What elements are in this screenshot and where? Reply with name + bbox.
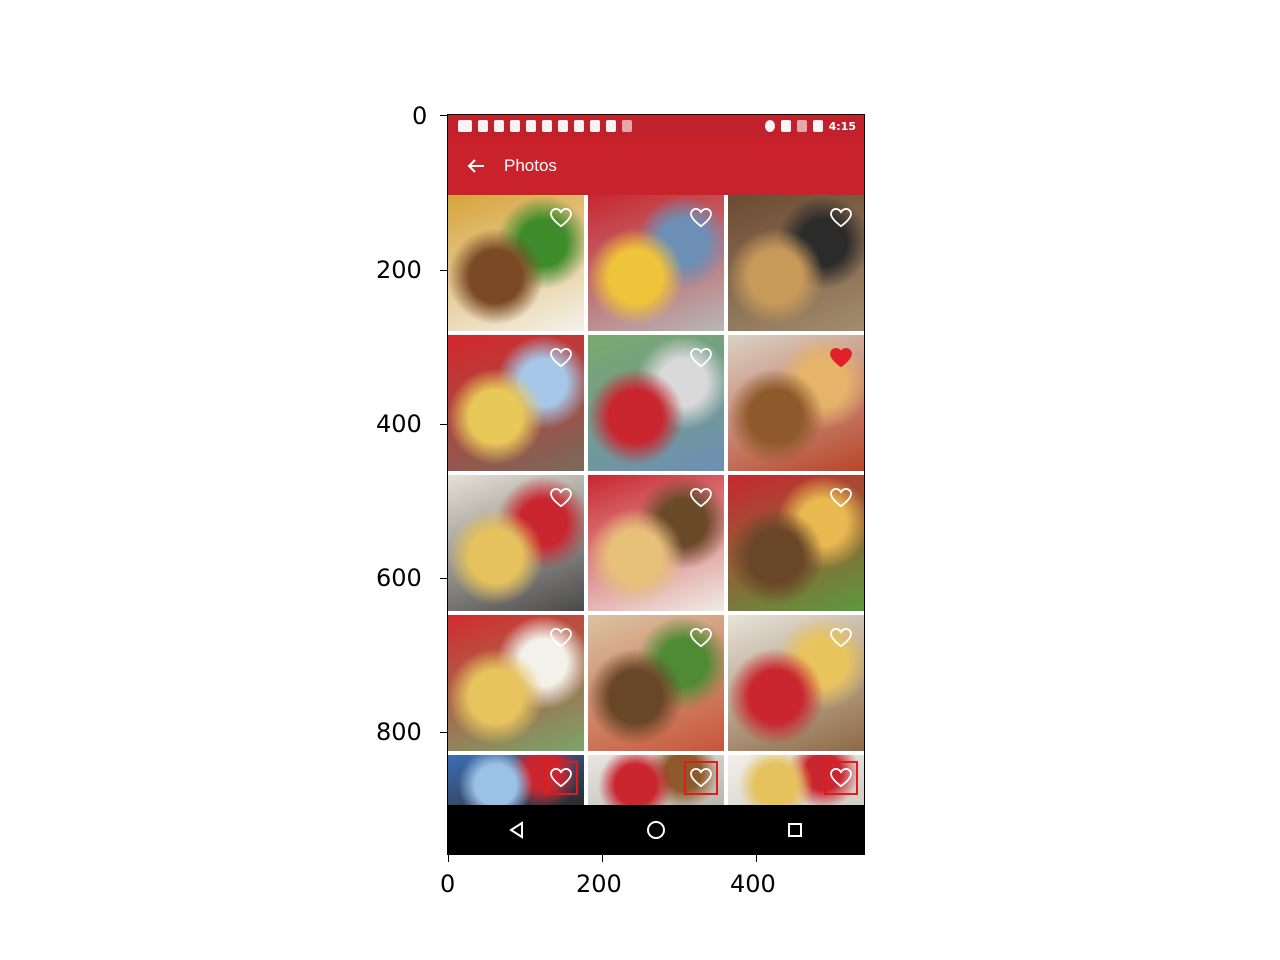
y-tick-800 — [440, 732, 448, 733]
heart-outline-icon[interactable] — [824, 761, 858, 795]
x-tick-200 — [602, 854, 603, 862]
heart-outline-icon[interactable] — [688, 625, 714, 651]
nfc-icon — [622, 120, 632, 132]
photo-tile[interactable] — [728, 195, 864, 331]
arrow-left-icon — [467, 159, 484, 173]
wifi-icon — [780, 120, 791, 132]
mail-icon — [510, 120, 520, 132]
heart-outline-icon[interactable] — [688, 345, 714, 371]
clock: 4:15 — [828, 119, 856, 133]
photo-tile[interactable] — [448, 335, 584, 471]
photo-tile[interactable] — [448, 195, 584, 331]
heart-outline-icon[interactable] — [688, 205, 714, 231]
no-signal-icon — [796, 120, 807, 132]
square-recents-icon — [787, 822, 802, 837]
photo-tile[interactable] — [728, 335, 864, 471]
photo-tile[interactable] — [588, 335, 724, 471]
circle-home-icon — [646, 820, 665, 839]
y-tick-label-200: 200 — [376, 256, 422, 284]
y-tick-label-800: 800 — [376, 718, 422, 746]
battery-icon — [812, 120, 823, 132]
x-tick-0 — [448, 854, 449, 862]
y-tick-label-0: 0 — [412, 102, 428, 130]
photo-tile[interactable] — [448, 475, 584, 611]
photo-tile[interactable] — [588, 195, 724, 331]
heart-outline-icon[interactable] — [548, 205, 574, 231]
heart-outline-icon[interactable] — [544, 761, 578, 795]
nav-back-button[interactable] — [487, 805, 547, 854]
photo-tile[interactable] — [588, 615, 724, 751]
phone-screen: 4:15 Photos — [447, 114, 865, 855]
nav-home-button[interactable] — [626, 805, 686, 854]
heart-outline-icon[interactable] — [828, 485, 854, 511]
x-tick-label-200: 200 — [576, 870, 622, 898]
x-tick-400 — [756, 854, 757, 862]
y-tick-label-600: 600 — [376, 564, 422, 592]
y-tick-600 — [440, 578, 448, 579]
heart-outline-icon[interactable] — [548, 625, 574, 651]
y-tick-label-400: 400 — [376, 410, 422, 438]
cat-icon — [590, 120, 600, 132]
heart-outline-icon[interactable] — [548, 345, 574, 371]
app-toolbar: Photos — [448, 137, 864, 195]
facebook-icon — [478, 120, 488, 132]
b-icon — [526, 120, 536, 132]
y-tick-200 — [440, 270, 448, 271]
photo-tile[interactable] — [588, 475, 724, 611]
dropbox-icon — [574, 120, 584, 132]
photo-tile[interactable] — [728, 475, 864, 611]
heart-outline-icon[interactable] — [548, 485, 574, 511]
message-icon — [458, 120, 472, 132]
page-title: Photos — [504, 156, 557, 175]
status-bar: 4:15 — [448, 115, 864, 137]
y-tick-0 — [440, 115, 448, 116]
photo-tile[interactable] — [448, 755, 584, 805]
system-nav-bar — [448, 805, 864, 854]
photo-grid — [448, 195, 864, 805]
y-tick-400 — [440, 424, 448, 425]
x-tick-label-0: 0 — [440, 870, 456, 898]
nav-recents-button[interactable] — [765, 805, 825, 854]
photo-tile[interactable] — [728, 615, 864, 751]
heart-outline-icon[interactable] — [828, 205, 854, 231]
back-button[interactable] — [448, 137, 504, 195]
b-icon — [558, 120, 568, 132]
notification-icons — [448, 120, 632, 132]
heart-filled-icon[interactable] — [828, 345, 854, 371]
x-tick-label-400: 400 — [730, 870, 776, 898]
heart-outline-icon[interactable] — [684, 761, 718, 795]
facebook-icon — [542, 120, 552, 132]
facebook-icon — [494, 120, 504, 132]
triangle-back-icon — [509, 820, 524, 839]
status-right: 4:15 — [764, 119, 864, 133]
photo-tile[interactable] — [728, 755, 864, 805]
photo-tile[interactable] — [588, 755, 724, 805]
b-icon — [606, 120, 616, 132]
heart-outline-icon[interactable] — [688, 485, 714, 511]
alarm-icon — [764, 120, 775, 132]
heart-outline-icon[interactable] — [828, 625, 854, 651]
photo-tile[interactable] — [448, 615, 584, 751]
